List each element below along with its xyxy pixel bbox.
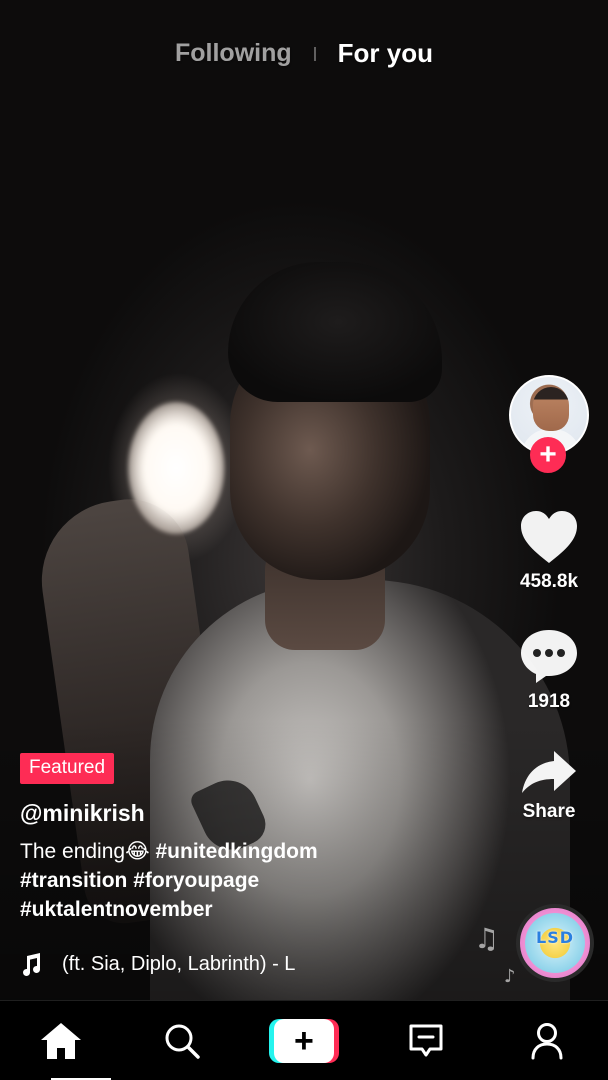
follow-button[interactable]: + <box>530 437 566 473</box>
comment-bubble-icon <box>521 630 577 683</box>
like-button[interactable]: 458.8k <box>490 509 608 593</box>
video-hair <box>228 262 442 402</box>
disc-label: LSD <box>536 928 574 947</box>
featured-badge: Featured <box>20 753 115 784</box>
plus-icon: + <box>273 1018 334 1063</box>
search-icon <box>165 1024 201 1059</box>
music-disc-button[interactable]: LSD <box>516 904 594 982</box>
music-note-small-icon: ♪ <box>504 966 516 987</box>
nav-discover[interactable] <box>142 1001 222 1080</box>
music-ticker[interactable]: (ft. Sia, Diplo, Labrinth) - L <box>20 952 350 976</box>
description-text: The ending <box>20 840 126 863</box>
tab-separator <box>313 46 316 61</box>
music-title[interactable]: (ft. Sia, Diplo, Labrinth) - L <box>62 953 295 976</box>
profile-icon <box>531 1022 563 1059</box>
hashtag-link[interactable]: #foryoupage <box>133 869 259 892</box>
nav-profile[interactable] <box>507 1001 587 1080</box>
avatar-face <box>533 387 569 431</box>
nav-home[interactable] <box>21 1001 111 1080</box>
music-note-icon <box>23 953 41 976</box>
laughing-emoji: 😂 <box>125 839 150 863</box>
like-count: 458.8k <box>519 571 579 592</box>
share-arrow-icon <box>522 751 576 793</box>
comment-button[interactable]: 1918 <box>490 627 608 713</box>
share-button[interactable]: Share <box>490 749 608 823</box>
bottom-nav: + <box>0 1000 608 1080</box>
post-caption: Featured @minikrish The ending😂 #unitedk… <box>20 753 480 924</box>
nav-inbox[interactable] <box>386 1001 466 1080</box>
username-link[interactable]: @minikrish <box>20 800 480 827</box>
home-icon <box>40 1022 81 1059</box>
hashtag-link[interactable]: #uktalentnovember <box>20 898 213 921</box>
tab-for-you[interactable]: For you <box>338 38 433 69</box>
hashtag-link[interactable]: #transition <box>20 869 127 892</box>
post-description: The ending😂 #unitedkingdom #transition #… <box>20 837 480 924</box>
nav-create[interactable]: + <box>264 1001 344 1080</box>
inbox-icon <box>409 1024 443 1056</box>
heart-icon <box>521 511 577 563</box>
create-button[interactable]: + <box>268 1018 339 1063</box>
comment-count: 1918 <box>527 691 571 712</box>
music-note-icon: ♫ <box>474 922 500 955</box>
video-phone-flash <box>128 402 224 534</box>
hashtag-link[interactable]: #unitedkingdom <box>155 840 317 863</box>
creator-avatar-button[interactable]: + <box>509 375 589 473</box>
tab-following[interactable]: Following <box>175 39 292 68</box>
share-label: Share <box>522 801 576 822</box>
feed-tabs: Following For you <box>0 38 608 69</box>
plus-icon: + <box>539 438 557 471</box>
